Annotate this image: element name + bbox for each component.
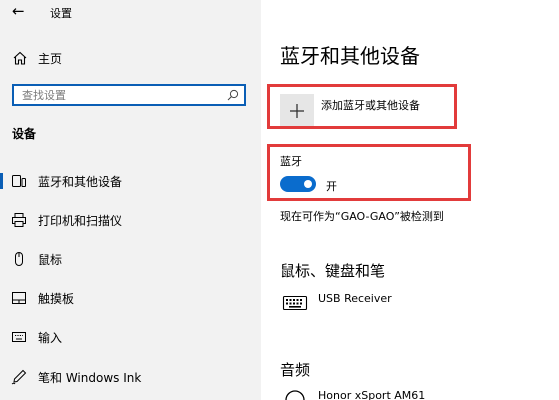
content-pane: 蓝牙和其他设备 添加蓝牙或其他设备 蓝牙 开 现在可作为“GAO-GAO”被检测… <box>261 0 559 400</box>
touchpad-icon <box>12 292 26 304</box>
bluetooth-devices-icon <box>12 175 26 187</box>
sidebar-item-bluetooth[interactable]: 蓝牙和其他设备 <box>0 166 261 196</box>
keyboard-input-icon <box>12 332 26 342</box>
device-honor-xsport[interactable]: Honor xSport AM61 <box>280 389 550 400</box>
device-usb-receiver[interactable]: USB Receiver <box>280 292 550 318</box>
sidebar-item-home[interactable]: 主页 <box>0 46 261 70</box>
add-device-button[interactable]: 添加蓝牙或其他设备 <box>280 94 480 128</box>
home-icon <box>13 51 27 65</box>
page-title: 蓝牙和其他设备 <box>280 44 420 68</box>
device-name: Honor xSport AM61 <box>318 389 426 400</box>
sidebar-item-pen[interactable]: 笔和 Windows Ink <box>0 362 261 392</box>
pen-icon <box>11 369 27 385</box>
sidebar-item-label: 触摸板 <box>38 292 75 306</box>
toggle-knob <box>304 180 312 188</box>
sidebar-item-label: 鼠标 <box>38 253 63 267</box>
bluetooth-label: 蓝牙 <box>280 155 302 168</box>
selection-indicator <box>0 173 3 189</box>
bluetooth-toggle[interactable] <box>280 176 316 192</box>
sidebar-item-label: 打印机和扫描仪 <box>38 214 123 228</box>
discoverable-text: 现在可作为“GAO-GAO”被检测到 <box>280 210 444 223</box>
plus-tile <box>280 94 314 128</box>
back-arrow-icon[interactable]: ← <box>12 2 25 20</box>
plus-icon <box>290 104 304 118</box>
group-title-input-devices: 鼠标、键盘和笔 <box>280 262 386 280</box>
sidebar-item-label: 输入 <box>38 331 63 345</box>
sidebar-item-label: 主页 <box>38 52 63 66</box>
search-icon[interactable] <box>227 89 239 101</box>
search-input[interactable] <box>22 86 222 104</box>
device-name: USB Receiver <box>318 292 392 305</box>
sidebar-item-printers[interactable]: 打印机和扫描仪 <box>0 205 261 235</box>
window-title: 设置 <box>50 7 72 20</box>
search-box[interactable] <box>12 84 246 106</box>
sidebar-item-input[interactable]: 输入 <box>0 322 261 352</box>
bluetooth-state-label: 开 <box>326 180 337 193</box>
section-title: 设备 <box>12 127 37 141</box>
keyboard-icon <box>282 295 308 311</box>
sidebar: ← 设置 主页 设备 蓝牙和其他设备 <box>0 0 261 400</box>
group-title-audio: 音频 <box>280 361 311 379</box>
headphones-icon <box>285 390 305 400</box>
sidebar-item-label: 蓝牙和其他设备 <box>38 175 123 189</box>
sidebar-item-mouse[interactable]: 鼠标 <box>0 244 261 274</box>
printer-icon <box>12 213 26 227</box>
add-device-label: 添加蓝牙或其他设备 <box>321 99 420 112</box>
mouse-icon <box>15 252 23 266</box>
sidebar-item-touchpad[interactable]: 触摸板 <box>0 283 261 313</box>
sidebar-item-label: 笔和 Windows Ink <box>38 371 142 385</box>
settings-window: ← 设置 主页 设备 蓝牙和其他设备 <box>0 0 559 400</box>
